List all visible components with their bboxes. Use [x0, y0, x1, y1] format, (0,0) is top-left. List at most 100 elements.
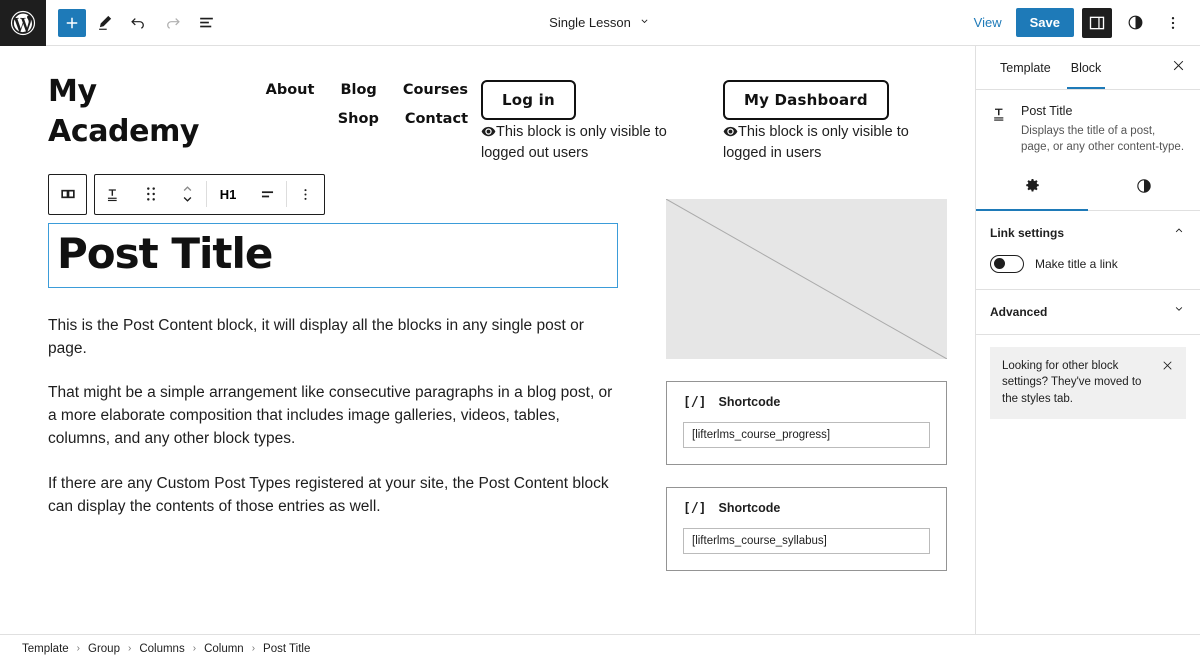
- breadcrumb-item-template[interactable]: Template: [22, 643, 69, 655]
- wordpress-logo-icon[interactable]: [0, 0, 46, 46]
- site-header: My Academy About Blog Courses Shop Conta…: [0, 46, 975, 164]
- advanced-panel: Advanced: [976, 290, 1200, 335]
- shortcode-block-progress[interactable]: [/] Shortcode: [666, 380, 947, 465]
- heading-level-button[interactable]: H1: [207, 175, 249, 214]
- styles-toggle-button[interactable]: [1120, 8, 1150, 38]
- close-sidebar-button[interactable]: [1165, 54, 1192, 82]
- more-options-menu-button[interactable]: [1158, 8, 1188, 38]
- chevron-up-icon: [1172, 223, 1186, 242]
- post-content-paragraph-2[interactable]: That might be a simple arrangement like …: [48, 382, 618, 451]
- shortcode-label: Shortcode: [718, 501, 781, 516]
- shortcode-block-syllabus[interactable]: [/] Shortcode: [666, 486, 947, 571]
- styles-moved-notice-text: Looking for other block settings? They'v…: [1002, 359, 1142, 405]
- link-settings-panel: Link settings Make title a link: [976, 211, 1200, 290]
- link-settings-title: Link settings: [990, 225, 1065, 240]
- post-title-block[interactable]: Post Title: [48, 222, 618, 288]
- block-options-menu-button[interactable]: [287, 175, 324, 214]
- post-content-paragraph-1[interactable]: This is the Post Content block, it will …: [48, 315, 618, 361]
- save-button[interactable]: Save: [1015, 8, 1074, 37]
- document-title-button[interactable]: Single Lesson: [549, 15, 651, 31]
- nav-item-courses[interactable]: Courses: [403, 82, 468, 98]
- toggle-knob: [993, 257, 1005, 269]
- link-settings-panel-body: Make title a link: [990, 254, 1186, 289]
- wordpress-site-editor: Single Lesson View Save My Academy About…: [0, 0, 1200, 662]
- breadcrumb-item-post-title[interactable]: Post Title: [263, 643, 310, 655]
- block-info: Post Title Displays the title of a post,…: [976, 90, 1200, 168]
- move-up-down-chevrons-icon[interactable]: [169, 175, 206, 214]
- eye-visibility-icon: [723, 125, 738, 144]
- shortcode-icon: [/]: [683, 500, 707, 516]
- editor-columns: H1 Post Title This is the Post Content b…: [0, 173, 975, 571]
- post-content-paragraph-3[interactable]: If there are any Custom Post Types regis…: [48, 473, 618, 519]
- breadcrumb-separator: ›: [251, 643, 256, 654]
- sidebar-tabs: Template Block: [976, 46, 1200, 90]
- text-align-icon[interactable]: [249, 175, 286, 214]
- advanced-panel-header[interactable]: Advanced: [990, 290, 1186, 334]
- styles-tab[interactable]: [1088, 168, 1200, 210]
- post-title-text[interactable]: Post Title: [57, 230, 607, 277]
- block-toolbar: H1: [48, 173, 618, 215]
- parent-block-selector[interactable]: [48, 173, 87, 215]
- login-block: Log in This block is only visible to log…: [468, 72, 678, 164]
- login-visibility-text: This block is only visible to logged out…: [481, 124, 667, 162]
- tab-block[interactable]: Block: [1061, 46, 1112, 89]
- nav-item-shop[interactable]: Shop: [338, 111, 379, 127]
- breadcrumb-separator: ›: [192, 643, 197, 654]
- half-circle-contrast-icon: [1135, 177, 1153, 200]
- make-title-a-link-label: Make title a link: [1035, 256, 1118, 271]
- settings-sidebar-toggle[interactable]: [1082, 7, 1112, 38]
- editor-top-bar: Single Lesson View Save: [0, 0, 1200, 46]
- redo-button[interactable]: [156, 7, 188, 39]
- shortcode-label: Shortcode: [718, 395, 781, 410]
- advanced-title: Advanced: [990, 304, 1048, 319]
- my-dashboard-button[interactable]: My Dashboard: [723, 80, 889, 120]
- block-description: Displays the title of a post, page, or a…: [1021, 125, 1185, 154]
- make-title-a-link-row: Make title a link: [990, 254, 1186, 273]
- nav-item-about[interactable]: About: [266, 82, 315, 98]
- breadcrumb-separator: ›: [127, 643, 132, 654]
- nav-row-secondary: Shop Contact: [228, 111, 468, 127]
- list-view-button[interactable]: [190, 7, 222, 39]
- dashboard-block: My Dashboard This block is only visible …: [678, 72, 928, 164]
- view-link[interactable]: View: [968, 11, 1008, 34]
- editor-body: My Academy About Blog Courses Shop Conta…: [0, 46, 1200, 634]
- top-bar-actions: View Save: [968, 7, 1200, 38]
- columns-layout-icon[interactable]: [49, 175, 86, 214]
- document-title-label: Single Lesson: [549, 15, 631, 30]
- drag-handle-dots-icon[interactable]: [132, 175, 169, 214]
- dashboard-visibility-text: This block is only visible to logged in …: [723, 124, 909, 162]
- login-button[interactable]: Log in: [481, 80, 576, 120]
- shortcode-header: [/] Shortcode: [683, 395, 930, 410]
- link-settings-panel-header[interactable]: Link settings: [990, 211, 1186, 255]
- chevron-down-icon: [1172, 302, 1186, 321]
- nav-item-blog[interactable]: Blog: [340, 82, 376, 98]
- settings-tab[interactable]: [976, 168, 1088, 211]
- make-title-a-link-toggle[interactable]: [990, 254, 1024, 273]
- shortcode-header: [/] Shortcode: [683, 501, 930, 516]
- featured-image-placeholder[interactable]: [666, 198, 947, 359]
- breadcrumb-separator: ›: [76, 643, 81, 654]
- content-column-right: [/] Shortcode [/] Shortcode: [618, 174, 947, 571]
- settings-sidebar: Template Block Post Title Displays the t…: [976, 46, 1200, 634]
- shortcode-input[interactable]: [683, 527, 930, 554]
- top-bar-tools: [46, 7, 222, 39]
- content-column-left: H1 Post Title This is the Post Content b…: [48, 173, 618, 571]
- sidebar-inner-tabs: [976, 168, 1200, 211]
- dismiss-notice-button[interactable]: [1161, 358, 1174, 377]
- breadcrumb-item-columns[interactable]: Columns: [139, 643, 184, 655]
- eye-visibility-icon: [481, 125, 496, 144]
- site-title[interactable]: My Academy: [48, 72, 228, 151]
- shortcode-input[interactable]: [683, 421, 930, 448]
- post-title-T-icon[interactable]: [95, 175, 132, 214]
- undo-button[interactable]: [122, 7, 154, 39]
- edit-tool-button[interactable]: [88, 7, 120, 39]
- tab-template[interactable]: Template: [990, 46, 1061, 89]
- breadcrumb-item-column[interactable]: Column: [204, 643, 244, 655]
- add-block-button[interactable]: [58, 8, 86, 37]
- gear-icon: [1023, 177, 1042, 201]
- breadcrumb: Template › Group › Columns › Column › Po…: [22, 643, 310, 655]
- nav-row-primary: About Blog Courses: [228, 82, 468, 98]
- nav-item-contact[interactable]: Contact: [405, 111, 468, 127]
- site-title-line-2: Academy: [48, 113, 200, 149]
- breadcrumb-item-group[interactable]: Group: [88, 643, 120, 655]
